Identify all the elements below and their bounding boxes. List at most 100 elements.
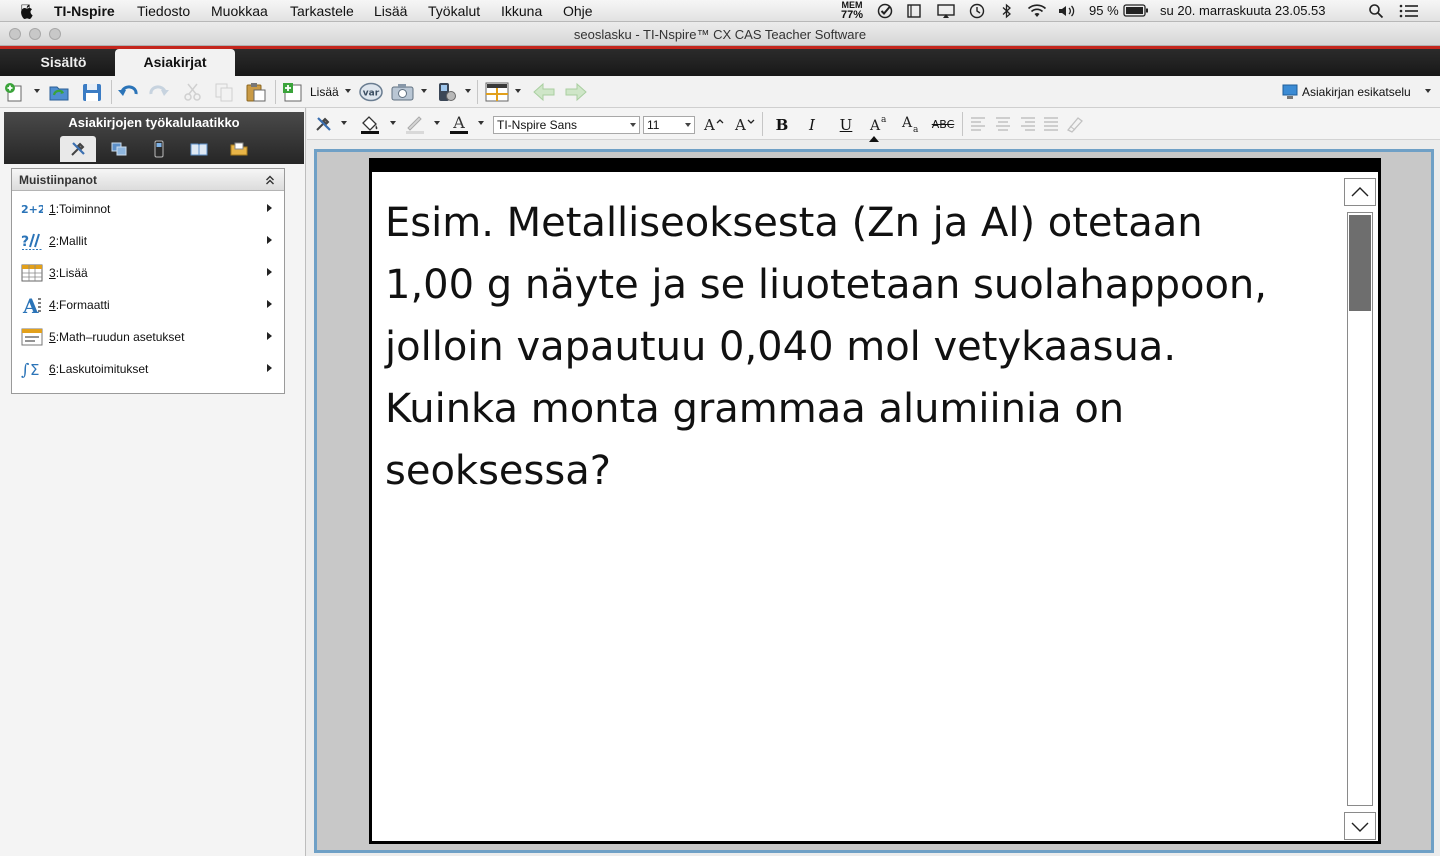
document-preview-label[interactable]: Asiakirjan esikatselu: [1302, 85, 1411, 99]
battery-icon[interactable]: [1123, 4, 1149, 18]
cut-icon[interactable]: [182, 82, 204, 102]
menu-app-name[interactable]: TI-Nspire: [54, 3, 115, 19]
font-family-select[interactable]: TI-Nspire Sans: [493, 116, 640, 134]
submenu-arrow-icon: [267, 332, 272, 340]
justify-icon[interactable]: [1040, 114, 1062, 134]
notes-page[interactable]: Esim. Metalliseoksesta (Zn ja Al) otetaa…: [369, 158, 1381, 844]
toolbox-tab-emulator[interactable]: [140, 136, 176, 162]
document-workspace[interactable]: Esim. Metalliseoksesta (Zn ja Al) otetaa…: [314, 149, 1434, 853]
page-layout-dropdown-icon[interactable]: [515, 89, 521, 93]
clear-format-icon[interactable]: [1064, 114, 1086, 134]
notification-center-icon[interactable]: [1399, 4, 1419, 18]
align-right-icon[interactable]: [1016, 114, 1038, 134]
document-tools-dropdown-icon[interactable]: [341, 121, 347, 125]
menu-item-operations[interactable]: 2+2= 1:Toiminnot: [12, 193, 284, 225]
decrease-font-size-icon[interactable]: A: [734, 114, 756, 134]
copy-icon[interactable]: [213, 82, 235, 102]
menu-view[interactable]: Tarkastele: [290, 3, 354, 19]
paste-icon[interactable]: [245, 82, 267, 102]
time-machine-icon[interactable]: [968, 2, 986, 20]
underline-button[interactable]: U: [835, 116, 857, 134]
page-layout-icon[interactable]: [485, 82, 509, 102]
screen-capture-icon[interactable]: [391, 82, 415, 102]
memory-status[interactable]: MEM 77%: [838, 1, 866, 21]
document-tools-icon[interactable]: [314, 114, 336, 134]
menu-item-math-box-settings[interactable]: 5:Math–ruudun asetukset: [12, 321, 284, 353]
menu-item-insert[interactable]: 3:Lisää: [12, 257, 284, 289]
volume-icon[interactable]: [1057, 3, 1077, 19]
next-page-icon[interactable]: [565, 82, 587, 102]
menu-tools[interactable]: Työkalut: [428, 3, 480, 19]
variable-icon[interactable]: var: [358, 82, 384, 102]
memory-value: 77%: [840, 9, 864, 21]
strikethrough-button[interactable]: ABC: [929, 118, 957, 131]
menu-item-number: 6: [49, 362, 56, 376]
screen-capture-dropdown-icon[interactable]: [421, 89, 427, 93]
bold-button[interactable]: B: [771, 116, 793, 134]
insert-dropdown-icon[interactable]: [345, 89, 351, 93]
previous-page-icon[interactable]: [533, 82, 555, 102]
menu-item-label: :Mallit: [55, 234, 88, 248]
macos-menubar:  TI-Nspire Tiedosto Muokkaa Tarkastele …: [0, 0, 1440, 22]
align-center-icon[interactable]: [992, 114, 1014, 134]
subscript-icon[interactable]: A a: [900, 114, 922, 134]
align-left-icon[interactable]: [968, 114, 990, 134]
notes-menu-header[interactable]: Muistiinpanot: [12, 169, 284, 191]
toolbox-tab-content-explorer[interactable]: [220, 136, 256, 162]
fill-color-icon[interactable]: [359, 114, 381, 134]
redo-icon[interactable]: [148, 82, 170, 102]
open-document-icon[interactable]: [48, 82, 70, 102]
menu-window[interactable]: Ikkuna: [501, 3, 542, 19]
menu-edit[interactable]: Muokkaa: [211, 3, 268, 19]
vertical-scrollbar[interactable]: [1344, 178, 1376, 848]
collapse-icon[interactable]: [265, 175, 275, 185]
airplay-icon[interactable]: [936, 3, 956, 19]
undo-icon[interactable]: [117, 82, 139, 102]
new-document-dropdown-icon[interactable]: [34, 89, 40, 93]
menu-file[interactable]: Tiedosto: [137, 3, 190, 19]
toolbox-tab-page-sorter[interactable]: [100, 136, 136, 162]
menu-insert[interactable]: Lisää: [374, 3, 407, 19]
battery-percent[interactable]: 95 %: [1089, 3, 1119, 18]
insert-menu-label[interactable]: Lisää: [310, 85, 339, 99]
checkmark-circle-icon[interactable]: [877, 3, 894, 19]
italic-button[interactable]: I: [801, 116, 823, 134]
save-icon[interactable]: [81, 82, 103, 102]
notes-icon[interactable]: [906, 3, 922, 19]
document-preview-dropdown-icon[interactable]: [1425, 89, 1431, 93]
text-color-icon[interactable]: A: [448, 114, 470, 134]
tab-content[interactable]: Sisältö: [12, 49, 115, 76]
line-color-dropdown-icon[interactable]: [434, 121, 440, 125]
menu-item-format[interactable]: A 4:Formaatti: [12, 289, 284, 321]
menu-item-calculations[interactable]: ∫ Σ 6:Laskutoimitukset: [12, 353, 284, 385]
bluetooth-icon[interactable]: [1001, 3, 1013, 19]
handheld-settings-icon[interactable]: [436, 82, 458, 102]
tab-documents[interactable]: Asiakirjat: [115, 49, 235, 76]
toolbox-tab-tools[interactable]: [60, 136, 96, 162]
insert-page-icon[interactable]: [282, 82, 304, 102]
scroll-up-button[interactable]: [1344, 178, 1376, 206]
increase-font-size-icon[interactable]: A: [703, 114, 725, 134]
menu-item-label: :Toiminnot: [55, 202, 111, 216]
menu-help[interactable]: Ohje: [563, 3, 593, 19]
toolbox-tab-utilities[interactable]: [180, 136, 216, 162]
window-title-bar[interactable]: seoslasku - TI-Nspire™ CX CAS Teacher So…: [0, 22, 1440, 46]
menu-item-templates[interactable]: ? 2:Mallit: [12, 225, 284, 257]
apple-logo-icon[interactable]: [20, 4, 34, 19]
line-color-icon[interactable]: [404, 114, 426, 134]
spotlight-search-icon[interactable]: [1368, 3, 1384, 19]
clock[interactable]: su 20. marraskuuta 23.05.53: [1160, 3, 1326, 18]
font-size-select[interactable]: 11: [643, 116, 695, 134]
fill-color-dropdown-icon[interactable]: [390, 121, 396, 125]
new-document-icon[interactable]: [4, 82, 26, 102]
scroll-down-button[interactable]: [1344, 812, 1376, 840]
svg-text:A: A: [22, 295, 39, 315]
superscript-icon[interactable]: A a: [868, 114, 890, 134]
scroll-thumb[interactable]: [1349, 215, 1371, 311]
text-color-dropdown-icon[interactable]: [478, 121, 484, 125]
document-preview-icon[interactable]: [1282, 84, 1298, 100]
notes-text-content[interactable]: Esim. Metalliseoksesta (Zn ja Al) otetaa…: [385, 192, 1335, 502]
wifi-icon[interactable]: [1026, 3, 1048, 19]
handheld-settings-dropdown-icon[interactable]: [465, 89, 471, 93]
scroll-track[interactable]: [1347, 212, 1373, 806]
